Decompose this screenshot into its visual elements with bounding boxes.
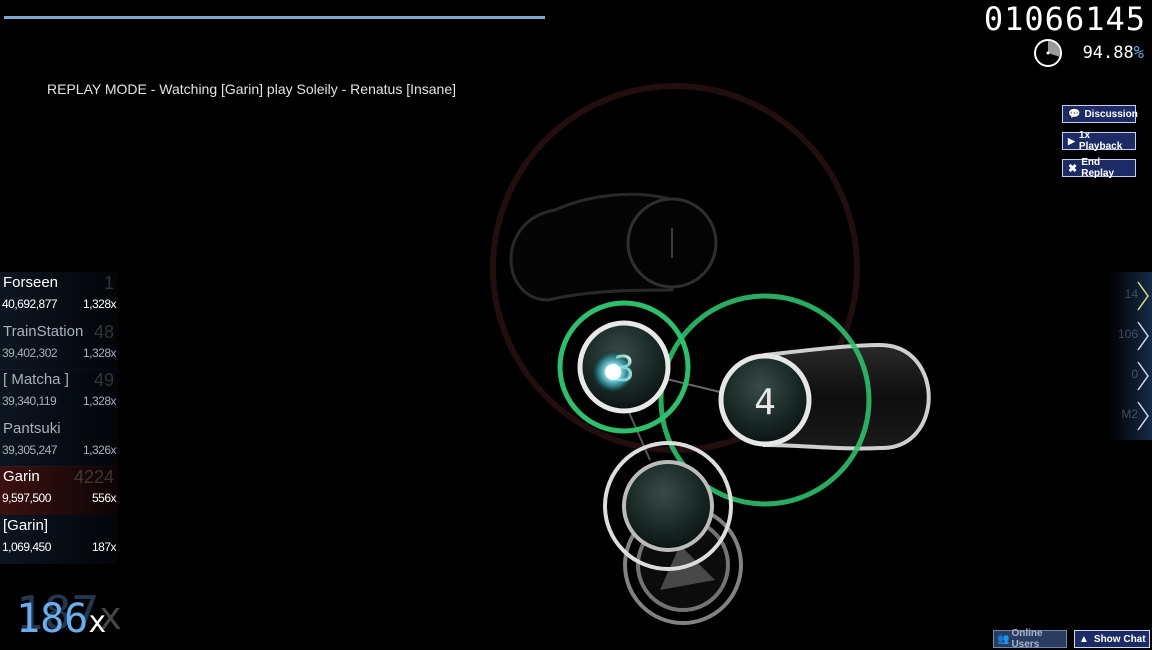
combo-counter: 186x [16, 596, 107, 642]
accuracy-value: 94.88 [1082, 43, 1134, 63]
accuracy-percent: % [1133, 43, 1144, 63]
key-m2: M2 [1110, 398, 1150, 434]
player-name: TrainStation [3, 322, 84, 340]
player-rank: 1 [103, 273, 114, 293]
player-score: 9,597,500 [2, 491, 51, 505]
player-combo: 187x [91, 539, 117, 554]
end-replay-label: End Replay [1081, 157, 1115, 179]
player-rank: 48 [93, 321, 114, 342]
online-users-button[interactable]: 👥 Online Users [993, 628, 1067, 650]
discussion-button[interactable]: 💬 Discussion [1062, 105, 1138, 123]
leaderboard-entry: TrainStation 48 39,402,302 1,328x [0, 320, 118, 370]
hit-circle-4: 4 [718, 353, 812, 447]
player-combo: 556x [91, 491, 117, 505]
key-k2: 106 [1110, 318, 1150, 354]
replay-mode-label: REPLAY MODE - Watching [Garin] play Sole… [47, 81, 457, 97]
cursor [605, 364, 621, 380]
song-progress-pie-icon [1033, 39, 1062, 67]
chevron-right-icon [1137, 281, 1149, 311]
song-progress-bar [4, 16, 546, 19]
key-count: 106 [1117, 327, 1138, 341]
playback-speed-button[interactable]: ▶ 1x Playback [1062, 130, 1136, 152]
player-name: Forseen [3, 274, 59, 291]
player-score: 40,692,877 [2, 297, 58, 311]
accuracy-row: 94.88% [1033, 38, 1144, 68]
show-chat-button[interactable]: ▲ Show Chat [1074, 630, 1150, 648]
player-score: 39,340,119 [2, 394, 57, 408]
key-overlay: 14 106 0 M2 [1108, 272, 1152, 440]
player-combo: 1,326x [82, 442, 117, 457]
close-icon: ✖ [1068, 162, 1078, 175]
player-combo: 1,328x [82, 394, 117, 408]
player-name: Garin [3, 468, 40, 485]
hit-object-slider-1 [509, 192, 718, 302]
chevron-up-icon: ▲ [1079, 633, 1089, 645]
player-combo: 1,328x [82, 345, 117, 360]
player-rank: 49 [93, 370, 114, 390]
key-m1: 0 [1110, 358, 1150, 394]
end-replay-button[interactable]: ✖ End Replay [1062, 157, 1136, 179]
play-icon: ▶ [1068, 135, 1075, 146]
discussion-label: Discussion [1084, 108, 1138, 120]
leaderboard-entry: [Garin] 1,069,450 187x [0, 514, 118, 564]
chevron-right-icon [1137, 321, 1149, 351]
leaderboard-entry: Garin 4224 9,597,500 556x [0, 466, 118, 515]
player-name: Pantsuki [3, 419, 61, 437]
leaderboard-entry: [ Matcha ] 49 39,340,119 1,328x [0, 369, 118, 418]
chevron-right-icon [1137, 401, 1149, 431]
leaderboard-entry: Pantsuki 39,305,247 1,326x [0, 417, 118, 467]
player-rank: 4224 [73, 467, 114, 487]
playback-label: 1x Playback [1078, 130, 1123, 152]
online-users-label: Online Users [1011, 628, 1043, 650]
accuracy-display: 94.88% [1083, 43, 1144, 63]
player-name: [Garin] [3, 516, 49, 534]
chevron-right-icon [1137, 361, 1149, 391]
playfield[interactable]: 4 3 [0, 0, 1152, 648]
hit-circle-number: 4 [754, 382, 776, 423]
leaderboard-entry: Forseen 1 40,692,877 1,328x [0, 272, 118, 321]
hit-circle-next [603, 441, 733, 571]
player-score: 1,069,450 [2, 539, 51, 554]
score-display: 01066145 [983, 0, 1146, 38]
player-score: 39,402,302 [2, 345, 58, 360]
users-icon: 👥 [997, 633, 1010, 645]
player-combo: 1,328x [82, 297, 117, 311]
show-chat-label: Show Chat [1093, 633, 1146, 645]
key-k1: 14 [1110, 278, 1150, 314]
player-name: [ Matcha ] [3, 371, 69, 388]
chat-bubbles-icon: 💬 [1068, 108, 1081, 120]
player-score: 39,305,247 [2, 442, 58, 457]
